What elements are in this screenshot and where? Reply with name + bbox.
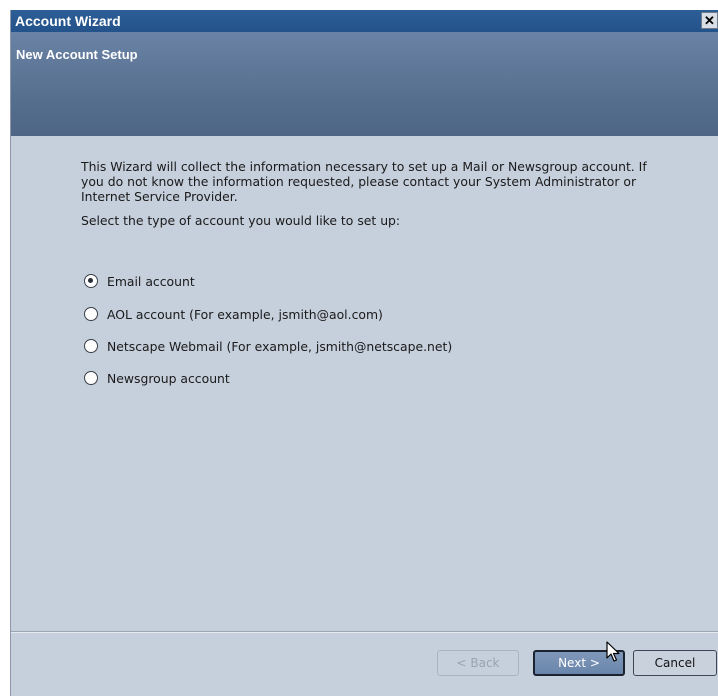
option-label: Netscape Webmail (For example, jsmith@ne… [107,338,453,354]
radio-newsgroup-account[interactable] [84,371,98,385]
page-subtitle: New Account Setup [16,47,138,62]
option-netscape-webmail[interactable]: Netscape Webmail (For example, jsmith@ne… [84,336,452,356]
title-bar[interactable]: Account Wizard ✕ [11,10,718,32]
radio-netscape-webmail[interactable] [84,339,98,353]
option-label: AOL account (For example, jsmith@aol.com… [107,306,383,322]
mouse-cursor-icon [606,641,620,662]
option-newsgroup-account[interactable]: Newsgroup account [84,368,230,388]
option-label: Newsgroup account [107,370,230,386]
intro-text: This Wizard will collect the information… [81,159,647,204]
option-label: Email account [107,273,195,289]
wizard-content: This Wizard will collect the information… [11,136,718,696]
window-title: Account Wizard [15,13,121,29]
close-icon: ✕ [704,13,715,28]
close-button[interactable]: ✕ [701,12,718,29]
back-button[interactable]: < Back [437,650,519,676]
button-separator [11,631,718,633]
radio-aol-account[interactable] [84,307,98,321]
wizard-header: New Account Setup [11,32,718,136]
option-email-account[interactable]: Email account [84,271,195,291]
cancel-button[interactable]: Cancel [633,650,717,676]
account-wizard-window: Account Wizard ✕ New Account Setup This … [10,10,718,696]
option-aol-account[interactable]: AOL account (For example, jsmith@aol.com… [84,304,383,324]
prompt-text: Select the type of account you would lik… [81,213,401,228]
radio-email-account[interactable] [84,274,98,288]
